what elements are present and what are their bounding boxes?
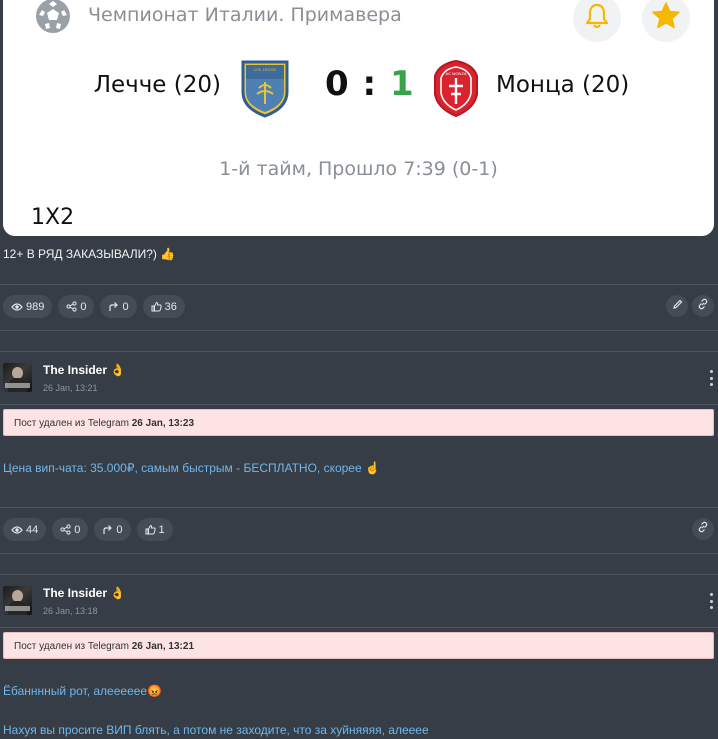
divider <box>0 627 718 628</box>
copy-link-button[interactable] <box>692 518 714 540</box>
divider <box>0 284 718 285</box>
eye-icon <box>11 525 23 535</box>
shares-counter[interactable]: 0 <box>58 295 95 318</box>
edit-button[interactable] <box>666 295 688 317</box>
shares-counter[interactable]: 0 <box>52 518 89 541</box>
home-score: 0 <box>325 64 350 104</box>
views-counter: 44 <box>3 518 47 541</box>
deleted-notice: Пост удален из Telegram 26 Jan, 13:23 <box>3 409 714 436</box>
thumbs-up-icon <box>145 524 156 535</box>
share-icon <box>66 301 77 312</box>
link-icon <box>697 520 709 538</box>
views-count: 989 <box>26 300 45 313</box>
home-team-name: Лечче (20) <box>93 72 221 98</box>
avatar[interactable] <box>3 363 32 392</box>
post-stats: 44 0 0 1 <box>3 518 173 541</box>
deleted-notice-text: Пост удален из Telegram <box>14 641 129 652</box>
shares-count: 0 <box>80 300 87 313</box>
post-text: Цена вип-чата: 35.000₽, самым быстрым - … <box>3 461 380 475</box>
forwards-counter[interactable]: 0 <box>100 295 137 318</box>
divider <box>0 404 718 405</box>
bell-icon <box>584 2 610 35</box>
forwards-count: 0 <box>122 300 129 313</box>
score: 0 : 1 <box>325 64 415 104</box>
crest-text: AC MONZA <box>445 71 466 76</box>
favorite-button[interactable] <box>642 0 690 42</box>
deleted-notice-text: Пост удален из Telegram <box>14 418 129 429</box>
more-options-icon[interactable] <box>708 593 714 609</box>
author-name[interactable]: The Insider 👌 <box>43 363 125 377</box>
forwards-counter[interactable]: 0 <box>94 518 131 541</box>
crest-text: U.S. LECCE <box>254 67 277 72</box>
post-time: 26 Jan, 13:18 <box>43 606 98 616</box>
likes-count: 1 <box>158 523 165 536</box>
thumbs-up-icon <box>151 301 162 312</box>
divider <box>0 553 718 554</box>
star-icon <box>651 1 681 36</box>
forwards-count: 0 <box>116 523 123 536</box>
deleted-notice: Пост удален из Telegram 26 Jan, 13:21 <box>3 632 714 659</box>
forward-arrow-icon <box>102 524 113 535</box>
league-name: Чемпионат Италии. Примавера <box>88 4 402 26</box>
notification-button[interactable] <box>573 0 621 42</box>
eye-icon <box>11 302 23 312</box>
divider <box>0 351 718 352</box>
divider <box>0 507 718 508</box>
avatar[interactable] <box>3 586 32 615</box>
deleted-notice-time: 26 Jan, 13:23 <box>131 418 194 429</box>
views-counter: 989 <box>3 295 53 318</box>
away-team-name: Монца (20) <box>496 72 630 98</box>
monza-crest-icon: AC MONZA <box>431 58 481 123</box>
pencil-icon <box>672 297 683 315</box>
more-options-icon[interactable] <box>708 370 714 386</box>
divider <box>0 574 718 575</box>
share-icon <box>60 524 71 535</box>
divider <box>0 330 718 331</box>
match-card-image: Чемпионат Италии. Примавера Лечче (20) U… <box>3 0 714 236</box>
post-text: 12+ В РЯД ЗАКАЗЫВАЛИ?) 👍 <box>3 247 176 261</box>
score-separator: : <box>362 64 378 104</box>
post-text-line: Ёбанннный рот, алееееее😡 <box>3 684 163 698</box>
away-score: 1 <box>389 64 415 104</box>
soccer-ball-icon <box>33 0 73 41</box>
post-time: 26 Jan, 13:21 <box>43 383 98 393</box>
author-name[interactable]: The Insider 👌 <box>43 586 125 600</box>
shares-count: 0 <box>74 523 81 536</box>
likes-counter[interactable]: 36 <box>142 295 185 318</box>
post-text-line: Нахуя вы просите ВИП блять, а потом не з… <box>3 723 429 737</box>
deleted-notice-time: 26 Jan, 13:21 <box>131 641 194 652</box>
likes-counter[interactable]: 1 <box>136 518 173 541</box>
link-icon <box>697 297 709 315</box>
forward-arrow-icon <box>108 301 119 312</box>
views-count: 44 <box>26 523 39 536</box>
lecce-crest-icon: U.S. LECCE <box>239 58 291 123</box>
copy-link-button[interactable] <box>692 295 714 317</box>
post-stats: 989 0 0 36 <box>3 295 185 318</box>
likes-count: 36 <box>164 300 177 313</box>
match-status: 1-й тайм, Прошло 7:39 (0-1) <box>219 158 498 180</box>
market-label: 1X2 <box>31 205 75 230</box>
